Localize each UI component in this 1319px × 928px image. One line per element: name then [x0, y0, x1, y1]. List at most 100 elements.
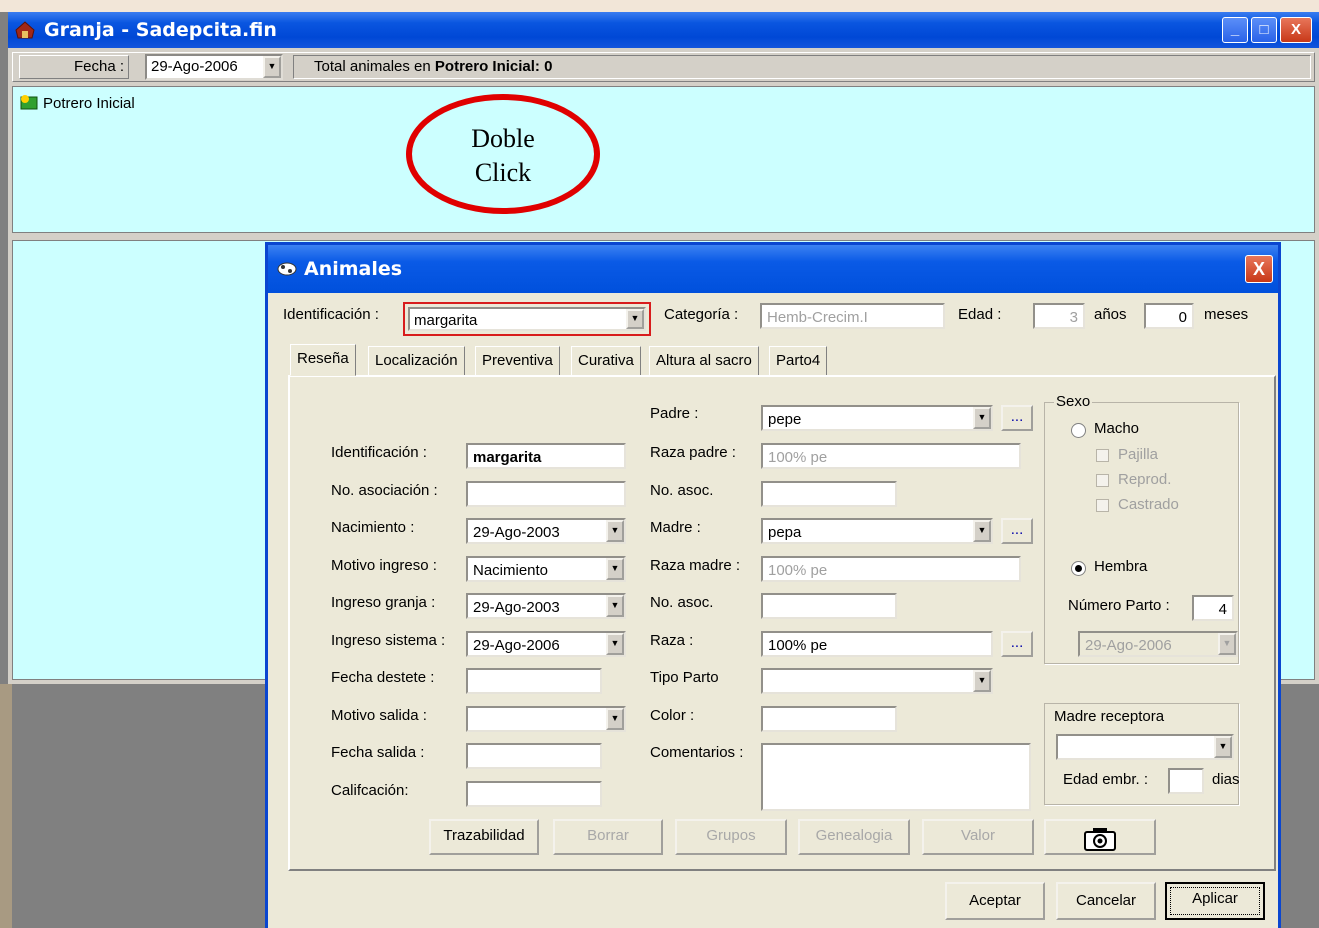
- numero-parto-label: Número Parto :: [1068, 597, 1170, 614]
- cancelar-button[interactable]: Cancelar: [1056, 882, 1156, 920]
- motivo-salida-label: Motivo salida :: [331, 707, 427, 724]
- close-button[interactable]: X: [1280, 17, 1312, 43]
- madre-value: pepa: [768, 524, 802, 541]
- radio-dot: [1075, 565, 1082, 572]
- doble-click-annotation: Doble Click: [406, 94, 600, 214]
- asoc2-field[interactable]: [761, 593, 897, 619]
- motivo-ingreso-field[interactable]: Nacimiento ▼: [466, 556, 626, 582]
- dialog-close-button[interactable]: X: [1245, 255, 1273, 283]
- chevron-down-icon[interactable]: ▼: [606, 558, 624, 580]
- tipo-parto-label: Tipo Parto: [650, 669, 719, 686]
- identificacion-combo[interactable]: margarita ▼: [408, 307, 646, 331]
- parto-date-field: 29-Ago-2006 ▼: [1078, 631, 1238, 657]
- color-field[interactable]: [761, 706, 897, 732]
- calificacion-label: Califcación:: [331, 782, 409, 799]
- aceptar-button[interactable]: Aceptar: [945, 882, 1045, 920]
- total-value: Potrero Inicial: 0: [434, 58, 553, 75]
- asoc2-label: No. asoc.: [650, 594, 714, 611]
- total-status: Total animales en Potrero Inicial: 0: [293, 55, 1311, 79]
- maximize-button[interactable]: □: [1251, 17, 1277, 43]
- main-title: Granja - Sadepcita.fin: [44, 19, 277, 41]
- fecha-label: Fecha :: [19, 55, 129, 79]
- hembra-radio[interactable]: [1071, 561, 1086, 576]
- borrar-button: Borrar: [553, 819, 663, 855]
- camera-button[interactable]: [1044, 819, 1156, 855]
- aplicar-button[interactable]: Aplicar: [1165, 882, 1265, 920]
- grupos-button: Grupos: [675, 819, 787, 855]
- edad-meses-field[interactable]: 0: [1144, 303, 1194, 329]
- barn-icon: [15, 21, 35, 39]
- tab-resena[interactable]: Reseña: [290, 344, 356, 376]
- identificacion-label: Identificación :: [331, 444, 427, 461]
- destete-field[interactable]: [466, 668, 602, 694]
- ingreso-sistema-field[interactable]: 29-Ago-2006 ▼: [466, 631, 626, 657]
- tab-altura-sacro[interactable]: Altura al sacro: [649, 346, 759, 376]
- ingreso-sistema-label: Ingreso sistema :: [331, 632, 446, 649]
- total-prefix: Total animales en: [314, 58, 435, 75]
- raza-ellipsis-button[interactable]: ...: [1001, 631, 1033, 657]
- desktop-left-strip: [0, 684, 12, 928]
- destete-label: Fecha destete :: [331, 669, 435, 686]
- numero-parto-field[interactable]: 4: [1192, 595, 1234, 621]
- motivo-salida-field[interactable]: ▼: [466, 706, 626, 732]
- chevron-down-icon[interactable]: ▼: [973, 407, 991, 429]
- asociacion-label: No. asociación :: [331, 482, 438, 499]
- chevron-down-icon[interactable]: ▼: [973, 520, 991, 542]
- fecha-salida-label: Fecha salida :: [331, 744, 425, 761]
- minimize-button[interactable]: _: [1222, 17, 1248, 43]
- tab-localizacion[interactable]: Localización: [368, 346, 465, 376]
- madre-field[interactable]: pepa ▼: [761, 518, 993, 544]
- chevron-down-icon[interactable]: ▼: [626, 309, 644, 329]
- tab-parto4[interactable]: Parto4: [769, 346, 828, 376]
- macho-label[interactable]: Macho: [1094, 420, 1139, 437]
- chevron-down-icon[interactable]: ▼: [1214, 736, 1232, 758]
- asociacion-field[interactable]: [466, 481, 626, 507]
- identificacion-highlight: margarita ▼: [403, 302, 651, 336]
- chevron-down-icon[interactable]: ▼: [606, 595, 624, 617]
- castrado-label: Castrado: [1118, 496, 1179, 513]
- castrado-checkbox: [1096, 499, 1109, 512]
- tipo-parto-field[interactable]: ▼: [761, 668, 993, 694]
- fecha-salida-field[interactable]: [466, 743, 602, 769]
- anos-label: años: [1094, 306, 1127, 323]
- calificacion-field[interactable]: [466, 781, 602, 807]
- chevron-down-icon[interactable]: ▼: [606, 708, 624, 730]
- motivo-ingreso-value: Nacimiento: [473, 562, 549, 579]
- padre-value: pepe: [768, 411, 802, 428]
- trazabilidad-button[interactable]: Trazabilidad: [429, 819, 539, 855]
- madre-ellipsis-button[interactable]: ...: [1001, 518, 1033, 544]
- camera-icon: [1084, 828, 1116, 851]
- asoc1-field[interactable]: [761, 481, 897, 507]
- nacimiento-field[interactable]: 29-Ago-2003 ▼: [466, 518, 626, 544]
- padre-field[interactable]: pepe ▼: [761, 405, 993, 431]
- ingreso-granja-label: Ingreso granja :: [331, 594, 436, 611]
- motivo-ingreso-label: Motivo ingreso :: [331, 557, 437, 574]
- ingreso-granja-field[interactable]: 29-Ago-2003 ▼: [466, 593, 626, 619]
- raza-padre-field: 100% pe: [761, 443, 1021, 469]
- chevron-down-icon[interactable]: ▼: [973, 670, 991, 692]
- pajilla-label: Pajilla: [1118, 446, 1159, 463]
- identificacion-top-label: Identificación :: [283, 306, 379, 323]
- dialog-title-bar: Animales X: [268, 245, 1278, 293]
- chevron-down-icon[interactable]: ▼: [606, 520, 624, 542]
- tree-item-potrero-inicial[interactable]: Potrero Inicial: [43, 95, 135, 112]
- macho-radio[interactable]: [1071, 423, 1086, 438]
- comentarios-field[interactable]: [761, 743, 1031, 811]
- chevron-down-icon[interactable]: ▼: [606, 633, 624, 655]
- meses-label: meses: [1204, 306, 1249, 323]
- fecha-select[interactable]: 29-Ago-2006 ▼: [145, 54, 283, 80]
- hembra-label[interactable]: Hembra: [1094, 558, 1147, 575]
- reprod-checkbox: [1096, 474, 1109, 487]
- tab-curativa[interactable]: Curativa: [571, 346, 641, 376]
- madre-receptora-select[interactable]: ▼: [1056, 734, 1234, 760]
- madre-receptora-legend: Madre receptora: [1054, 708, 1165, 725]
- identificacion-field[interactable]: margarita: [466, 443, 626, 469]
- chevron-down-icon[interactable]: ▼: [263, 56, 281, 78]
- edad-embr-field[interactable]: [1168, 768, 1204, 794]
- potrero-tree[interactable]: Potrero Inicial: [12, 86, 1315, 233]
- tab-preventiva[interactable]: Preventiva: [475, 346, 560, 376]
- padre-ellipsis-button[interactable]: ...: [1001, 405, 1033, 431]
- identificacion-combo-value: margarita: [414, 312, 478, 329]
- raza-label: Raza :: [650, 632, 694, 649]
- raza-field[interactable]: 100% pe: [761, 631, 993, 657]
